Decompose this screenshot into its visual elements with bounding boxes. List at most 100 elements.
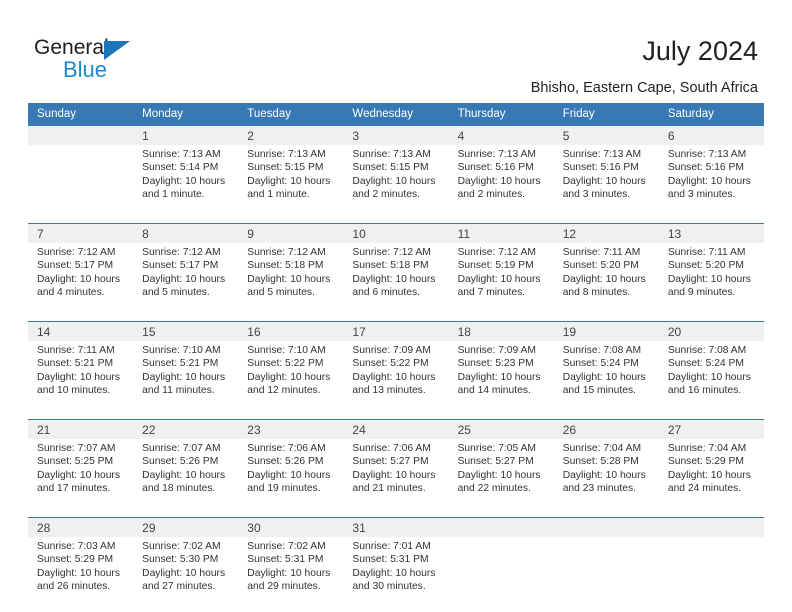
daylight-text-line2: and 29 minutes. bbox=[247, 581, 321, 593]
daylight-text-line1: Daylight: 10 hours bbox=[457, 469, 541, 481]
daylight-text-line1: Daylight: 10 hours bbox=[457, 273, 541, 285]
daylight-text-line1: Daylight: 10 hours bbox=[142, 469, 226, 481]
day-number[interactable]: 5 bbox=[553, 126, 659, 145]
daylight-text-line2: and 3 minutes. bbox=[562, 189, 631, 201]
daylight-text-line2: and 30 minutes. bbox=[352, 581, 426, 593]
day-number[interactable]: 21 bbox=[28, 420, 134, 439]
day-cell: Sunrise: 7:02 AM Sunset: 5:31 PM Daylight:… bbox=[238, 537, 344, 608]
day-number[interactable]: 3 bbox=[343, 126, 449, 145]
sunset-text: Sunset: 5:27 PM bbox=[352, 456, 429, 468]
day-number[interactable]: 22 bbox=[133, 420, 239, 439]
sunset-text: Sunset: 5:17 PM bbox=[37, 260, 114, 272]
general-blue-logo[interactable]: General Blue bbox=[34, 36, 154, 84]
weekday-header-monday: Monday bbox=[133, 103, 239, 126]
daylight-text-line1: Daylight: 10 hours bbox=[352, 273, 436, 285]
sunset-text: Sunset: 5:21 PM bbox=[142, 358, 219, 370]
day-number[interactable]: 2 bbox=[238, 126, 344, 145]
day-cell: Sunrise: 7:07 AM Sunset: 5:25 PM Daylight:… bbox=[28, 439, 134, 510]
day-number[interactable]: 31 bbox=[343, 518, 449, 537]
sunrise-text: Sunrise: 7:06 AM bbox=[247, 443, 326, 454]
sunrise-text: Sunrise: 7:01 AM bbox=[352, 541, 431, 552]
daylight-text-line1: Daylight: 10 hours bbox=[667, 175, 751, 187]
day-cell: Sunrise: 7:12 AM Sunset: 5:19 PM Daylight:… bbox=[448, 243, 554, 314]
daylight-text-line2: and 1 minute. bbox=[247, 189, 310, 201]
sunset-text: Sunset: 5:18 PM bbox=[352, 260, 429, 272]
logo-text-blue: Blue bbox=[63, 57, 108, 82]
daylight-text-line2: and 1 minute. bbox=[142, 189, 205, 201]
day-number[interactable]: 4 bbox=[448, 126, 554, 145]
sunset-text: Sunset: 5:16 PM bbox=[667, 162, 744, 174]
week-daynumber-row: 7 8 9 10 11 12 13 bbox=[28, 224, 764, 243]
day-cell: Sunrise: 7:13 AM Sunset: 5:16 PM Daylight:… bbox=[658, 145, 764, 216]
day-number[interactable]: 20 bbox=[658, 322, 764, 341]
day-number[interactable]: 17 bbox=[343, 322, 449, 341]
sunset-text: Sunset: 5:22 PM bbox=[247, 358, 324, 370]
sunrise-text: Sunrise: 7:03 AM bbox=[37, 541, 116, 552]
day-cell-empty bbox=[658, 537, 764, 608]
day-number[interactable]: 25 bbox=[448, 420, 554, 439]
daylight-text-line1: Daylight: 10 hours bbox=[352, 567, 436, 579]
day-number[interactable]: 28 bbox=[28, 518, 134, 537]
day-cell: Sunrise: 7:04 AM Sunset: 5:28 PM Daylight:… bbox=[553, 439, 659, 510]
day-number[interactable]: 7 bbox=[28, 224, 134, 243]
weekday-header-saturday: Saturday bbox=[658, 103, 764, 126]
day-number[interactable]: 26 bbox=[553, 420, 659, 439]
day-cell: Sunrise: 7:10 AM Sunset: 5:22 PM Daylight:… bbox=[238, 341, 344, 412]
day-number[interactable]: 19 bbox=[553, 322, 659, 341]
day-number[interactable]: 15 bbox=[133, 322, 239, 341]
day-cell: Sunrise: 7:12 AM Sunset: 5:17 PM Daylight:… bbox=[133, 243, 239, 314]
daylight-text-line2: and 9 minutes. bbox=[667, 287, 736, 299]
day-number[interactable]: 6 bbox=[658, 126, 764, 145]
day-number[interactable]: 30 bbox=[238, 518, 344, 537]
daylight-text-line2: and 15 minutes. bbox=[562, 385, 636, 397]
calendar-page: General Blue July 2024 Bhisho, Eastern C… bbox=[0, 0, 792, 612]
day-cell: Sunrise: 7:07 AM Sunset: 5:26 PM Daylight:… bbox=[133, 439, 239, 510]
logo-triangle-icon bbox=[104, 41, 130, 60]
daylight-text-line1: Daylight: 10 hours bbox=[562, 273, 646, 285]
daylight-text-line2: and 2 minutes. bbox=[352, 189, 420, 201]
week-detail-row: Sunrise: 7:12 AM Sunset: 5:17 PM Daylight:… bbox=[28, 243, 764, 314]
day-number[interactable]: 12 bbox=[553, 224, 659, 243]
day-number[interactable]: 29 bbox=[133, 518, 239, 537]
day-number[interactable]: 16 bbox=[238, 322, 344, 341]
daylight-text-line1: Daylight: 10 hours bbox=[457, 175, 541, 187]
daylight-text-line1: Daylight: 10 hours bbox=[37, 273, 120, 285]
day-number[interactable]: 1 bbox=[133, 126, 239, 145]
daylight-text-line1: Daylight: 10 hours bbox=[247, 567, 331, 579]
day-cell-empty bbox=[553, 537, 659, 608]
sunrise-text: Sunrise: 7:11 AM bbox=[667, 247, 746, 258]
sunrise-sunset-calendar: Sunday Monday Tuesday Wednesday Thursday… bbox=[28, 103, 764, 608]
day-number[interactable]: 18 bbox=[448, 322, 554, 341]
daylight-text-line1: Daylight: 10 hours bbox=[142, 371, 226, 383]
daylight-text-line2: and 21 minutes. bbox=[352, 483, 426, 495]
day-cell: Sunrise: 7:09 AM Sunset: 5:23 PM Daylight:… bbox=[448, 341, 554, 412]
sunrise-text: Sunrise: 7:13 AM bbox=[142, 149, 221, 160]
sunset-text: Sunset: 5:17 PM bbox=[142, 260, 219, 272]
day-number[interactable]: 27 bbox=[658, 420, 764, 439]
day-number[interactable]: 14 bbox=[28, 322, 134, 341]
day-number[interactable]: 9 bbox=[238, 224, 344, 243]
sunrise-text: Sunrise: 7:12 AM bbox=[352, 247, 431, 258]
sunrise-text: Sunrise: 7:02 AM bbox=[142, 541, 221, 552]
daylight-text-line2: and 12 minutes. bbox=[247, 385, 321, 397]
day-number[interactable]: 10 bbox=[343, 224, 449, 243]
day-number[interactable]: 8 bbox=[133, 224, 239, 243]
day-number[interactable]: 11 bbox=[448, 224, 554, 243]
day-number[interactable]: 23 bbox=[238, 420, 344, 439]
day-number[interactable]: 24 bbox=[343, 420, 449, 439]
sunset-text: Sunset: 5:26 PM bbox=[142, 456, 219, 468]
sunset-text: Sunset: 5:16 PM bbox=[562, 162, 639, 174]
week-daynumber-row: 21 22 23 24 25 26 27 bbox=[28, 420, 764, 439]
daylight-text-line2: and 7 minutes. bbox=[457, 287, 526, 299]
week-daynumber-row: 28 29 30 31 bbox=[28, 518, 764, 537]
daylight-text-line2: and 16 minutes. bbox=[667, 385, 742, 397]
daylight-text-line1: Daylight: 10 hours bbox=[667, 273, 751, 285]
sunset-text: Sunset: 5:29 PM bbox=[37, 554, 114, 566]
day-number[interactable]: 13 bbox=[658, 224, 764, 243]
sunset-text: Sunset: 5:24 PM bbox=[667, 358, 744, 370]
week-detail-row: Sunrise: 7:03 AM Sunset: 5:29 PM Daylight:… bbox=[28, 537, 764, 608]
daylight-text-line2: and 14 minutes. bbox=[457, 385, 531, 397]
daylight-text-line1: Daylight: 10 hours bbox=[247, 175, 331, 187]
sunrise-text: Sunrise: 7:12 AM bbox=[247, 247, 326, 258]
sunrise-text: Sunrise: 7:04 AM bbox=[667, 443, 747, 454]
